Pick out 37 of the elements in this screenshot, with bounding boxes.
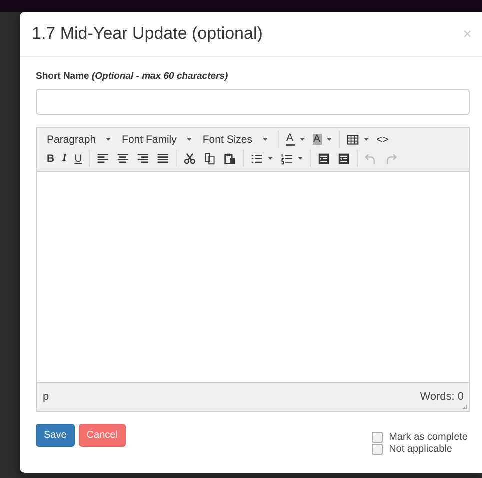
italic-button[interactable]: I: [58, 150, 71, 167]
code-button[interactable]: <>: [372, 131, 393, 148]
justify-icon: [157, 152, 170, 164]
save-button[interactable]: Save: [36, 424, 75, 447]
bullet-list-icon: [251, 152, 264, 164]
field-label: Short Name (Optional - max 60 characters): [36, 71, 230, 82]
indent-icon: [338, 152, 350, 164]
caret-icon: [262, 138, 268, 141]
numbered-list-icon: [281, 152, 294, 164]
caret-icon: [186, 138, 192, 141]
redo-icon: [385, 152, 398, 164]
align-right-icon: [137, 152, 150, 164]
element-path[interactable]: p: [43, 391, 50, 403]
checkbox[interactable]: [372, 432, 384, 443]
dialog-title: 1.7 Mid-Year Update (optional): [32, 24, 263, 44]
checkbox[interactable]: [372, 444, 384, 455]
outdent-icon: [318, 152, 330, 164]
short-name-field[interactable]: [36, 89, 470, 115]
resize-handle[interactable]: [462, 404, 468, 410]
table-icon: [346, 134, 359, 146]
cut-icon: [184, 152, 196, 164]
copy-icon: [204, 152, 216, 164]
underline-button[interactable]: U: [70, 150, 86, 167]
align-left-icon: [97, 152, 110, 164]
toolbar-dropdown[interactable]: Paragraph: [43, 131, 118, 148]
background-color-button[interactable]: A: [308, 131, 336, 148]
align-center-icon: [117, 152, 130, 164]
undo-icon: [365, 152, 378, 164]
text-color-button[interactable]: A: [282, 131, 309, 148]
bold-button[interactable]: B: [43, 150, 59, 167]
paste-icon: [224, 152, 236, 164]
checkbox-label: Not applicable: [389, 444, 452, 455]
toolbar-dropdown[interactable]: Font Sizes: [198, 131, 274, 148]
word-count: Words: 0: [420, 391, 464, 403]
checkbox-label: Mark as complete: [389, 432, 468, 443]
caret-icon: [106, 138, 112, 141]
toolbar-dropdown[interactable]: Font Family: [118, 131, 199, 148]
